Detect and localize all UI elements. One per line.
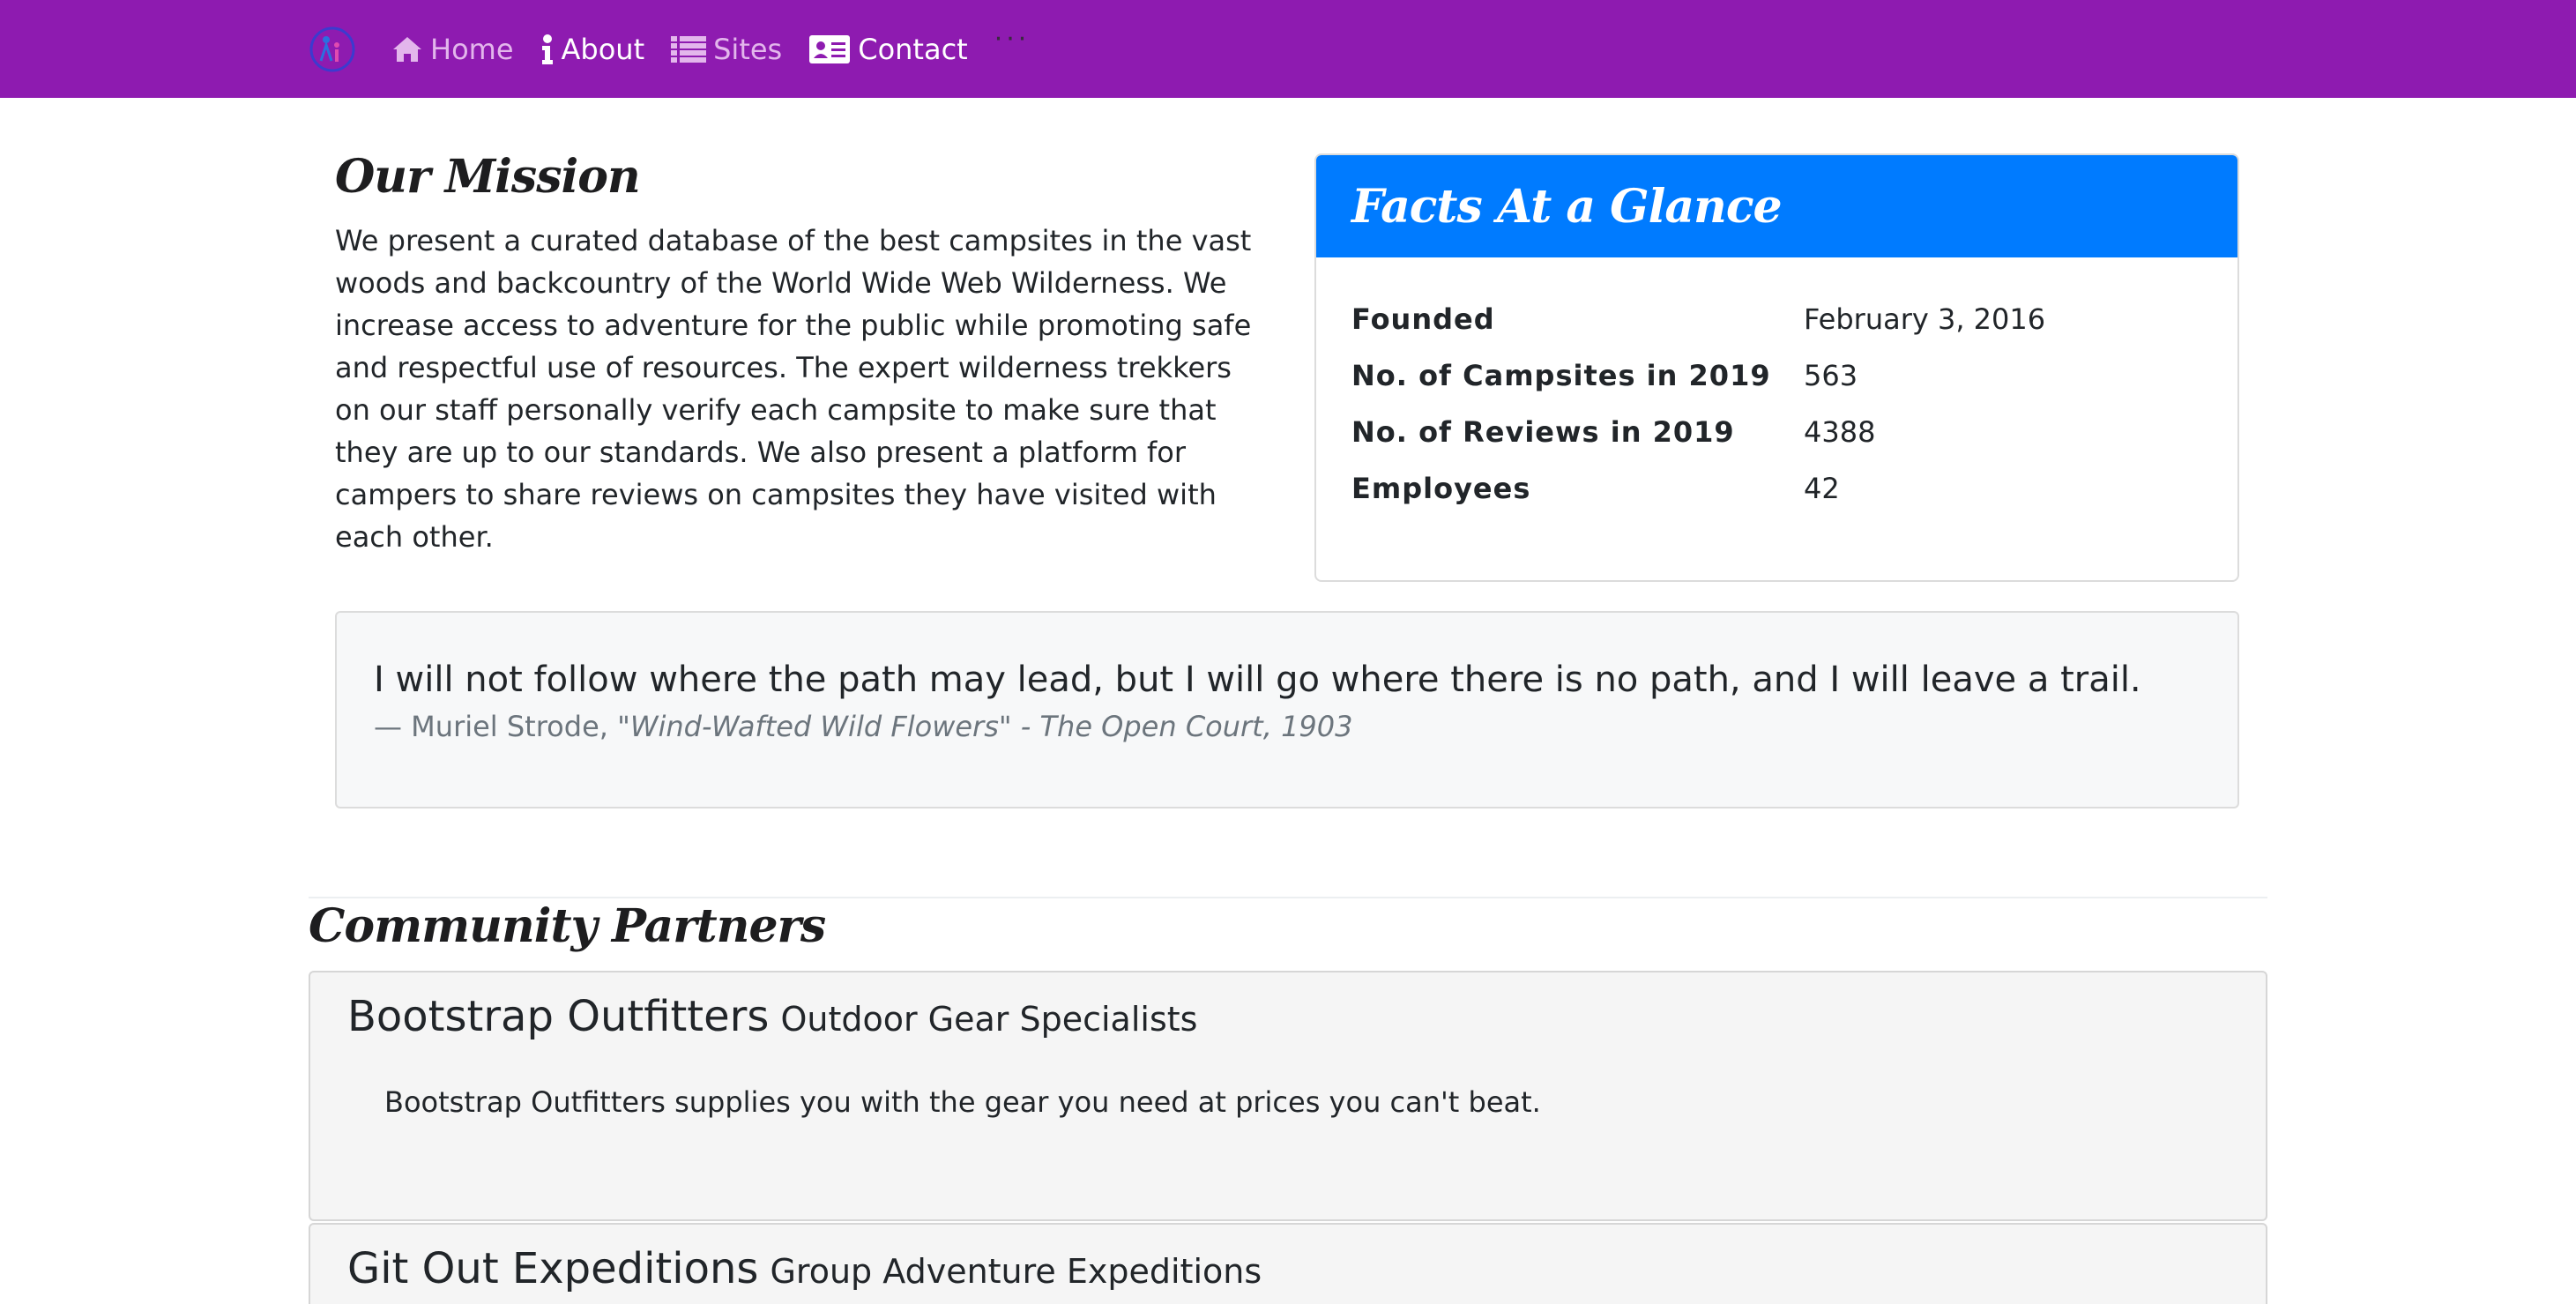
quote-author: — Muriel Strode, <box>374 710 608 743</box>
partner-subtitle: Group Adventure Expeditions <box>770 1252 1262 1291</box>
fact-label: No. of Reviews in 2019 <box>1351 415 1735 449</box>
quote-footer: — Muriel Strode, "Wind-Wafted Wild Flowe… <box>374 710 2202 743</box>
partner-heading: Git Out Expeditions Group Adventure Expe… <box>347 1244 2230 1293</box>
facts-header: Facts At a Glance <box>1316 155 2237 257</box>
nav-overflow-dots[interactable]: ··· <box>994 24 1031 55</box>
home-icon <box>393 36 421 62</box>
contact-card-icon <box>809 34 851 63</box>
nav-about[interactable]: About <box>540 32 645 66</box>
mission-title: Our Mission <box>335 150 641 204</box>
fact-label: Founded <box>1351 302 1495 336</box>
quote-text: I will not follow where the path may lea… <box>374 659 2141 700</box>
quote-source: "Wind-Wafted Wild Flowers" - The Open Co… <box>617 710 1353 743</box>
quote-box: I will not follow where the path may lea… <box>335 611 2239 808</box>
fact-label: Employees <box>1351 472 1531 505</box>
section-divider <box>309 897 2267 898</box>
nav-home-label: Home <box>430 32 514 66</box>
facts-card: Facts At a Glance Founded February 3, 20… <box>1314 153 2239 582</box>
fact-value: February 3, 2016 <box>1804 302 2046 336</box>
partner-card: Bootstrap Outfitters Outdoor Gear Specia… <box>309 971 2267 1221</box>
fact-row: No. of Reviews in 2019 4388 <box>1351 404 2202 460</box>
facts-table: Founded February 3, 2016 No. of Campsite… <box>1316 257 2237 517</box>
fact-value: 42 <box>1804 472 1840 505</box>
nav-contact[interactable]: Contact <box>808 33 968 66</box>
fact-row: Founded February 3, 2016 <box>1351 291 2202 347</box>
fact-row: No. of Campsites in 2019 563 <box>1351 347 2202 404</box>
partner-name: Git Out Expeditions <box>347 1244 759 1293</box>
partner-name: Bootstrap Outfitters <box>347 992 770 1041</box>
fact-value: 4388 <box>1804 415 1876 449</box>
nav-contact-label: Contact <box>858 32 968 66</box>
top-navbar: Home About Sites Contact ··· <box>0 0 2576 98</box>
nav-sites[interactable]: Sites <box>671 33 782 66</box>
partner-heading: Bootstrap Outfitters Outdoor Gear Specia… <box>347 992 2230 1041</box>
partner-description: Bootstrap Outfitters supplies you with t… <box>384 1085 1541 1119</box>
facts-title: Facts At a Glance <box>1351 179 1783 234</box>
partners-title: Community Partners <box>309 899 826 953</box>
list-icon <box>671 35 707 63</box>
mission-body: We present a curated database of the bes… <box>335 224 1252 554</box>
partner-subtitle: Outdoor Gear Specialists <box>780 1000 1198 1039</box>
partner-card: Git Out Expeditions Group Adventure Expe… <box>309 1223 2267 1304</box>
nav-inner: Home About Sites Contact ··· <box>309 0 1030 98</box>
nav-about-label: About <box>561 32 645 66</box>
brand-logo-icon[interactable] <box>309 26 356 73</box>
nav-sites-label: Sites <box>713 32 783 66</box>
fact-value: 563 <box>1804 359 1858 392</box>
nav-home[interactable]: Home <box>391 33 514 66</box>
info-icon <box>541 34 553 64</box>
fact-row: Employees 42 <box>1351 460 2202 517</box>
fact-label: No. of Campsites in 2019 <box>1351 359 1771 392</box>
mission-section: Our Mission We present a curated databas… <box>335 150 1252 558</box>
